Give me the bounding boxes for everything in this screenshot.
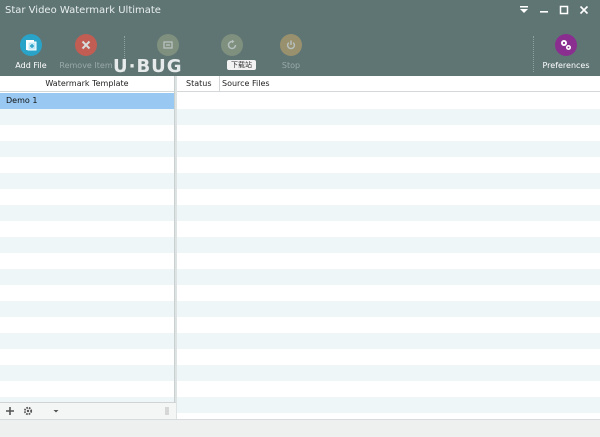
window-title: Star Video Watermark Ultimate (5, 5, 161, 16)
maximize-icon[interactable] (556, 3, 572, 17)
remove-item-icon (75, 34, 97, 56)
status-bar (0, 419, 600, 437)
add-file-button[interactable]: Add File (1, 34, 61, 74)
source-files-column-header[interactable]: Source Files (220, 76, 600, 92)
stop-label: Stop (281, 61, 301, 70)
preferences-button[interactable]: Preferences (536, 34, 596, 74)
template-list (0, 93, 174, 419)
template-item-demo-1[interactable]: Demo 1 (0, 93, 174, 109)
close-icon[interactable] (576, 3, 592, 17)
template-column-header[interactable]: Watermark Template (0, 76, 174, 92)
template-panel: Watermark Template Demo 1 (0, 76, 175, 419)
minimize-icon[interactable] (536, 3, 552, 17)
add-file-label: Add File (15, 61, 47, 70)
add-template-icon[interactable] (4, 405, 16, 417)
output-icon (157, 34, 179, 56)
gears-icon (555, 34, 577, 56)
watermark-badge: 下载站 (227, 60, 256, 70)
menu-dropdown-icon[interactable] (516, 3, 532, 17)
stop-button[interactable]: Stop (261, 34, 321, 74)
chevron-down-icon[interactable] (50, 405, 62, 417)
file-list-panel: Status Source Files (177, 76, 600, 419)
refresh-icon (221, 34, 243, 56)
stop-icon (280, 34, 302, 56)
resize-grip-icon[interactable] (164, 405, 170, 417)
status-column-header[interactable]: Status (177, 76, 220, 92)
add-file-icon (20, 34, 42, 56)
file-list (177, 93, 600, 419)
preferences-label: Preferences (542, 61, 590, 70)
template-toolbar (0, 402, 176, 419)
watermark-logo: U·BUG (113, 56, 183, 77)
settings-gear-icon[interactable] (22, 405, 34, 417)
remove-item-label: Remove Item (59, 61, 113, 70)
toolbar-separator (533, 36, 534, 72)
toolbar: Add File Remove Item Stop Preferences U·… (0, 22, 600, 77)
remove-item-button[interactable]: Remove Item (56, 34, 116, 74)
title-bar: Star Video Watermark Ultimate (0, 0, 600, 22)
